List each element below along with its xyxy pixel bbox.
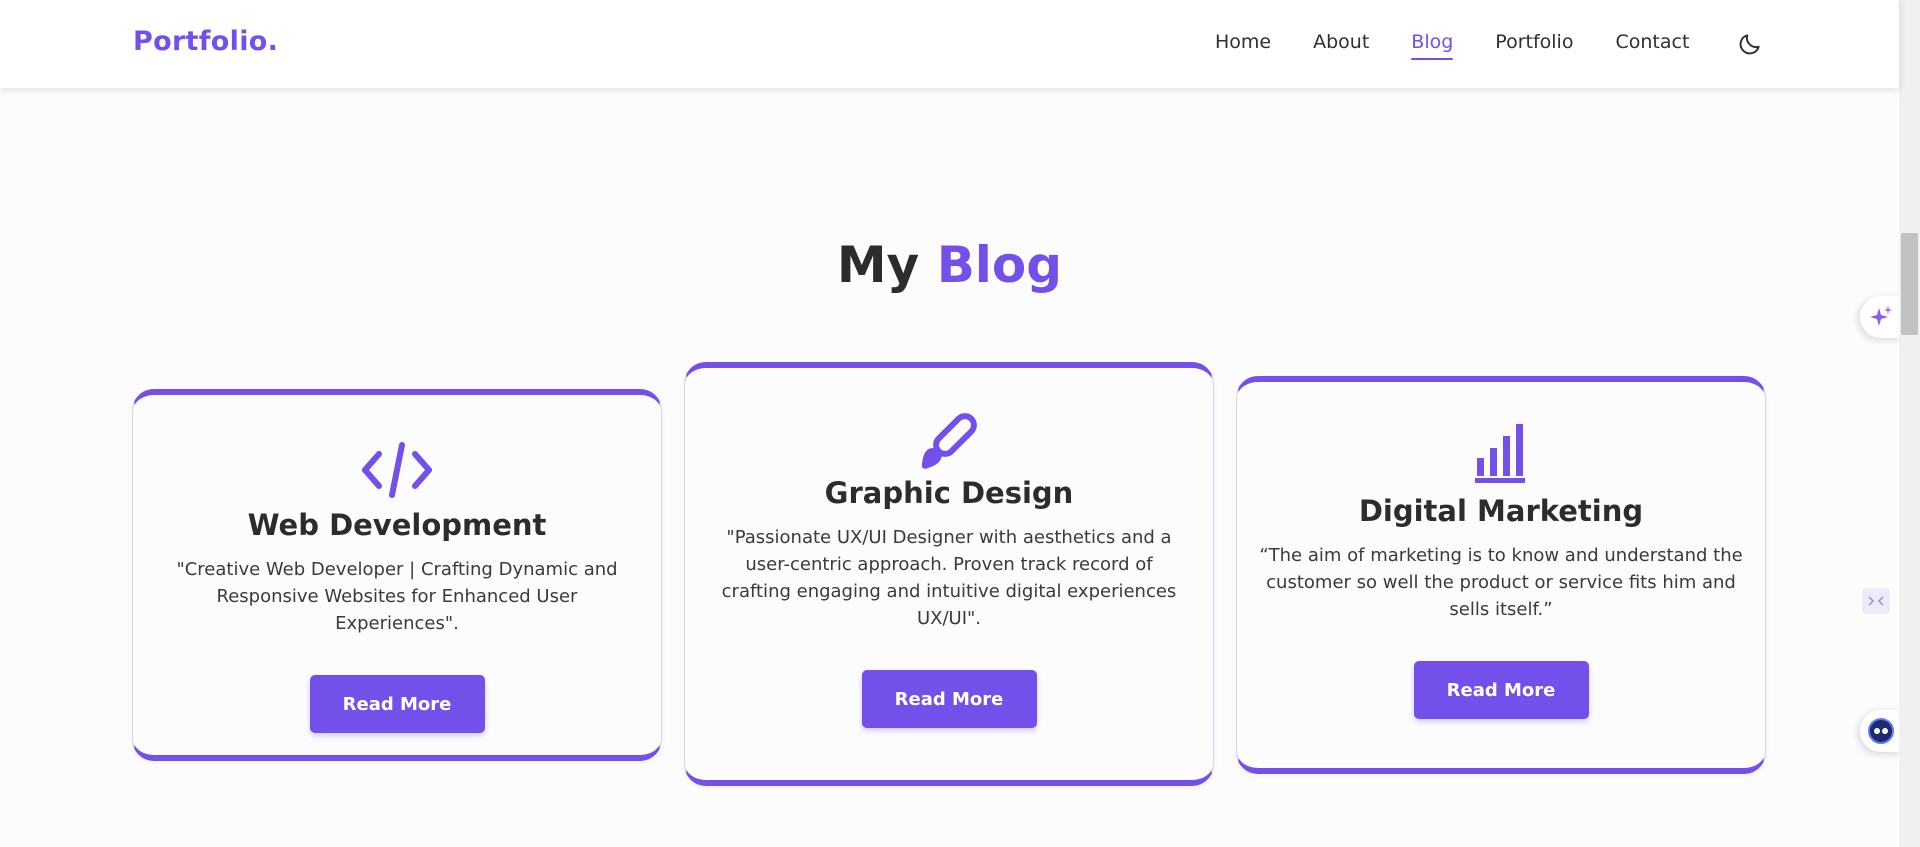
- terminal-icon: [1868, 596, 1884, 606]
- read-more-button[interactable]: Read More: [861, 670, 1037, 728]
- moon-icon: [1739, 34, 1760, 55]
- bar-chart-icon: [1475, 424, 1525, 483]
- blog-card-graphic-design: Graphic Design "Passionate UX/UI Designe…: [684, 362, 1214, 786]
- site-header: Portfolio. Home About Blog Portfolio Con…: [0, 0, 1899, 88]
- theme-toggle-button[interactable]: [1737, 31, 1763, 57]
- card-title: Graphic Design: [824, 476, 1074, 510]
- read-more-button[interactable]: Read More: [1413, 661, 1589, 719]
- read-more-button[interactable]: Read More: [309, 675, 485, 733]
- card-title: Web Development: [247, 508, 547, 542]
- site-logo[interactable]: Portfolio.: [133, 26, 278, 57]
- nav-blog[interactable]: Blog: [1411, 31, 1454, 60]
- scrollbar-thumb[interactable]: [1901, 233, 1918, 335]
- blog-card-digital-marketing: Digital Marketing “The aim of marketing …: [1236, 376, 1766, 774]
- nav-home[interactable]: Home: [1215, 31, 1271, 59]
- card-description: "Creative Web Developer | Crafting Dynam…: [176, 559, 618, 634]
- code-icon: [362, 442, 432, 498]
- section-title-plain: My: [836, 236, 920, 294]
- card-description: "Passionate UX/UI Designer with aestheti…: [721, 527, 1177, 629]
- nav-portfolio[interactable]: Portfolio: [1495, 31, 1573, 59]
- section-title-accent: Blog: [936, 236, 1063, 294]
- blog-card-web-development: Web Development "Creative Web Developer …: [132, 389, 662, 761]
- sparkle-icon: [1870, 306, 1892, 326]
- chat-bot-button[interactable]: [1860, 710, 1902, 752]
- nav-about[interactable]: About: [1313, 31, 1369, 59]
- ai-assistant-button[interactable]: [1860, 296, 1902, 338]
- paint-brush-icon: [921, 413, 977, 469]
- nav-contact[interactable]: Contact: [1615, 31, 1689, 59]
- page-scrollbar[interactable]: [1899, 0, 1920, 847]
- card-description: “The aim of marketing is to know and und…: [1259, 545, 1743, 620]
- main-nav: Home About Blog Portfolio Contact: [1215, 31, 1731, 60]
- bot-face-icon: [1868, 718, 1894, 744]
- card-title: Digital Marketing: [1358, 494, 1644, 528]
- section-title: My Blog: [0, 236, 1899, 294]
- terminal-widget-button[interactable]: [1862, 588, 1890, 614]
